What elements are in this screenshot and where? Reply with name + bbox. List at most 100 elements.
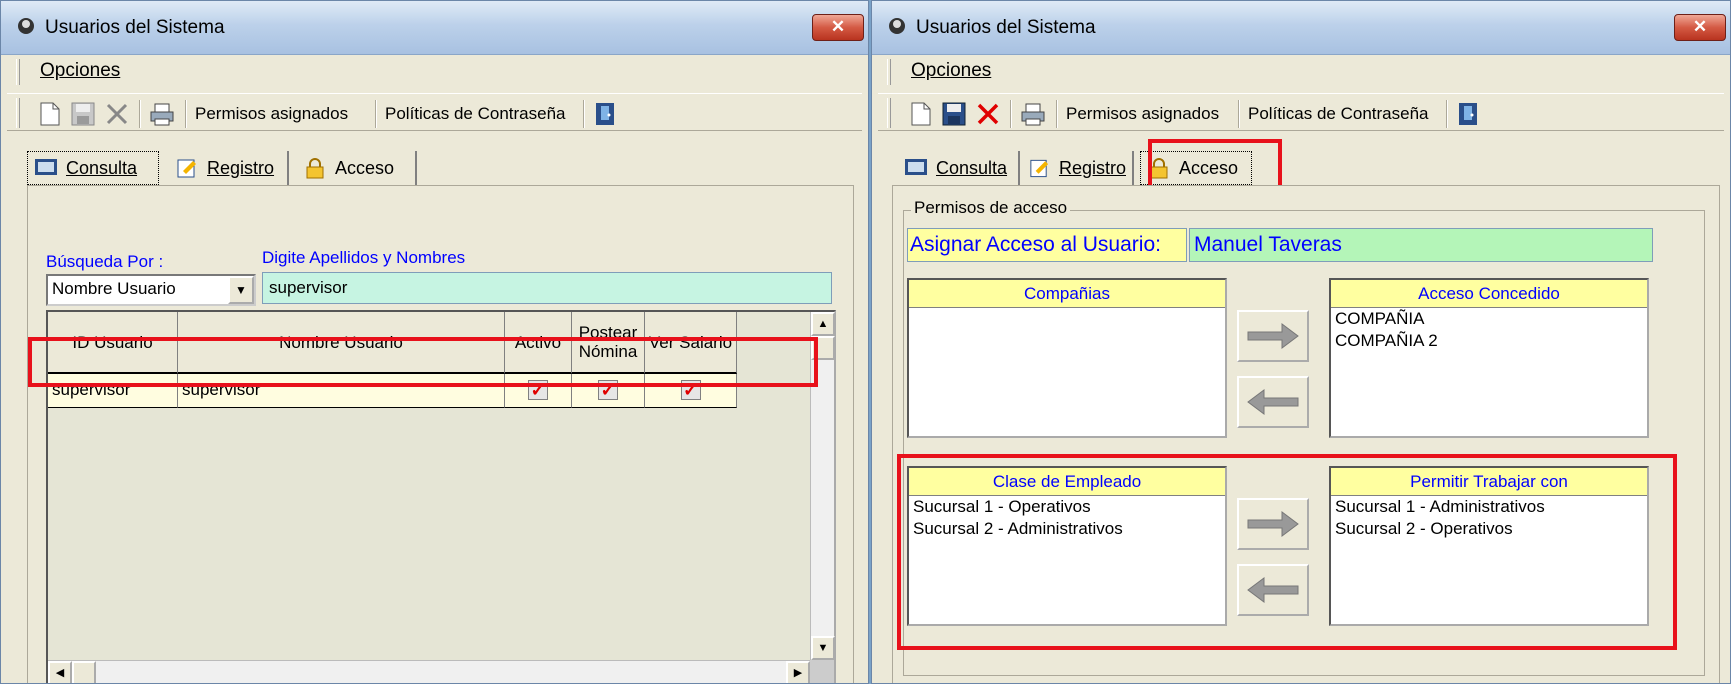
toolbar-separator <box>583 100 585 128</box>
scroll-left-icon[interactable]: ◀ <box>48 661 72 683</box>
tab-registro[interactable]: Registro <box>169 151 289 185</box>
toolbar-grip <box>16 98 20 128</box>
add-compania-button[interactable] <box>1237 310 1309 362</box>
busqueda-value: Nombre Usuario <box>52 279 176 298</box>
tab-consulta-label: Consulta <box>66 157 138 178</box>
scroll-right-icon[interactable]: ▶ <box>786 661 810 683</box>
window-title: Usuarios del Sistema <box>45 17 225 38</box>
toolbar-separator <box>1238 100 1240 128</box>
delete-icon <box>977 103 999 125</box>
nombres-label: Digite Apellidos y Nombres <box>262 248 466 267</box>
tab-consulta[interactable]: Consulta <box>27 151 159 185</box>
toolbar-grip <box>887 98 891 128</box>
left-window: Usuarios del Sistema ✕ Opciones Permisos… <box>0 0 869 684</box>
busqueda-label: Búsqueda Por : <box>46 252 164 271</box>
printer-icon <box>150 103 174 126</box>
hscroll-thumb[interactable] <box>72 661 96 683</box>
consulta-panel: Búsqueda Por : Nombre Usuario ▼ Digite A… <box>27 185 854 683</box>
toolbar-separator <box>1056 100 1058 128</box>
save-icon <box>71 102 95 126</box>
busqueda-combo[interactable]: Nombre Usuario ▼ <box>46 274 256 306</box>
save-icon <box>942 102 966 126</box>
tab-registro-label: Registro <box>207 157 275 178</box>
printer-icon <box>1021 103 1045 126</box>
tab-acceso[interactable]: Acceso <box>297 151 417 185</box>
exit-button[interactable] <box>1456 102 1482 126</box>
close-icon: ✕ <box>1692 17 1708 36</box>
remove-compania-button[interactable] <box>1237 376 1309 428</box>
permisos-button[interactable]: Permisos asignados <box>195 102 348 126</box>
client-area: Opciones Permisos asignados Políticas de… <box>878 55 1724 683</box>
tab-registro-label: Registro <box>1058 157 1126 178</box>
consulta-icon <box>905 159 927 175</box>
horizontal-scrollbar[interactable]: ◀ ▶ <box>48 660 810 683</box>
toolbar: Permisos asignados Políticas de Contrase… <box>878 93 1724 131</box>
delete-button[interactable] <box>105 102 129 126</box>
exit-button[interactable] <box>593 102 619 126</box>
tab-consulta-label: Consulta <box>936 157 1008 178</box>
menu-bar: Opciones <box>878 55 1724 85</box>
app-icon <box>889 18 905 34</box>
delete-button[interactable] <box>976 102 1000 126</box>
new-button[interactable] <box>910 102 932 126</box>
tab-consulta[interactable]: Consulta <box>898 151 1020 185</box>
client-area: Opciones Permisos asignados Políticas de… <box>7 55 862 683</box>
arrow-right-icon <box>1247 323 1299 349</box>
acceso-panel: Permisos de acceso Asignar Acceso al Usu… <box>892 185 1720 683</box>
toolbar-separator <box>1010 100 1012 128</box>
print-button[interactable] <box>1020 102 1046 126</box>
title-bar: Usuarios del Sistema ✕ <box>1 1 868 55</box>
menu-opciones[interactable]: Opciones <box>40 60 120 82</box>
asignar-label: Asignar Acceso al Usuario: <box>907 228 1187 262</box>
delete-icon <box>106 103 128 125</box>
right-window: Usuarios del Sistema ✕ Opciones Permisos… <box>871 0 1731 684</box>
politicas-label: Políticas de Contraseña <box>385 104 566 123</box>
title-bar: Usuarios del Sistema ✕ <box>872 1 1730 55</box>
lock-icon <box>306 158 324 179</box>
list-item[interactable]: COMPAÑIA 2 <box>1331 330 1647 352</box>
toolbar-separator <box>185 100 187 128</box>
window-title: Usuarios del Sistema <box>916 17 1096 38</box>
arrow-left-icon <box>1247 389 1299 415</box>
exit-door-icon <box>596 103 614 125</box>
list-item[interactable]: COMPAÑIA <box>1331 308 1647 330</box>
new-button[interactable] <box>39 102 61 126</box>
acceso-concedido-listbox[interactable]: Acceso Concedido COMPAÑIA COMPAÑIA 2 <box>1329 278 1649 438</box>
scroll-down-icon[interactable]: ▼ <box>811 636 835 660</box>
highlight-row-box <box>28 337 818 387</box>
menu-grip <box>16 59 20 85</box>
nombres-search-input[interactable]: supervisor <box>262 272 832 304</box>
tab-registro[interactable]: Registro <box>1022 151 1134 185</box>
highlight-clase-section-box <box>897 454 1677 650</box>
politicas-label: Políticas de Contraseña <box>1248 104 1429 123</box>
assigned-user-field[interactable]: Manuel Taveras <box>1189 228 1653 262</box>
close-icon: ✕ <box>830 17 846 36</box>
close-button[interactable]: ✕ <box>812 14 864 41</box>
menu-opciones[interactable]: Opciones <box>911 60 991 82</box>
politicas-button[interactable]: Políticas de Contraseña <box>385 102 566 126</box>
permisos-button[interactable]: Permisos asignados <box>1066 102 1219 126</box>
companias-listbox[interactable]: Compañias <box>907 278 1227 438</box>
registro-icon <box>177 159 196 178</box>
permisos-label: Permisos asignados <box>1066 104 1220 123</box>
save-button[interactable] <box>942 102 966 126</box>
chevron-down-icon[interactable]: ▼ <box>228 276 254 304</box>
menu-bar: Opciones <box>7 55 862 85</box>
toolbar: Permisos asignados Políticas de Contrase… <box>7 93 862 131</box>
companias-header: Compañias <box>909 280 1225 308</box>
tab-acceso-label: Acceso <box>335 157 395 178</box>
menu-grip <box>887 59 891 85</box>
exit-door-icon <box>1459 103 1477 125</box>
close-button[interactable]: ✕ <box>1674 14 1726 41</box>
new-document-icon <box>40 102 60 126</box>
toolbar-separator <box>1446 100 1448 128</box>
permisos-group-title: Permisos de acceso <box>911 198 1071 218</box>
toolbar-separator <box>139 100 141 128</box>
registro-icon <box>1030 159 1049 178</box>
scroll-corner <box>810 660 834 683</box>
save-button[interactable] <box>71 102 95 126</box>
permisos-label: Permisos asignados <box>195 104 349 123</box>
scroll-up-icon[interactable]: ▲ <box>811 312 835 336</box>
print-button[interactable] <box>149 102 175 126</box>
politicas-button[interactable]: Políticas de Contraseña <box>1248 102 1429 126</box>
